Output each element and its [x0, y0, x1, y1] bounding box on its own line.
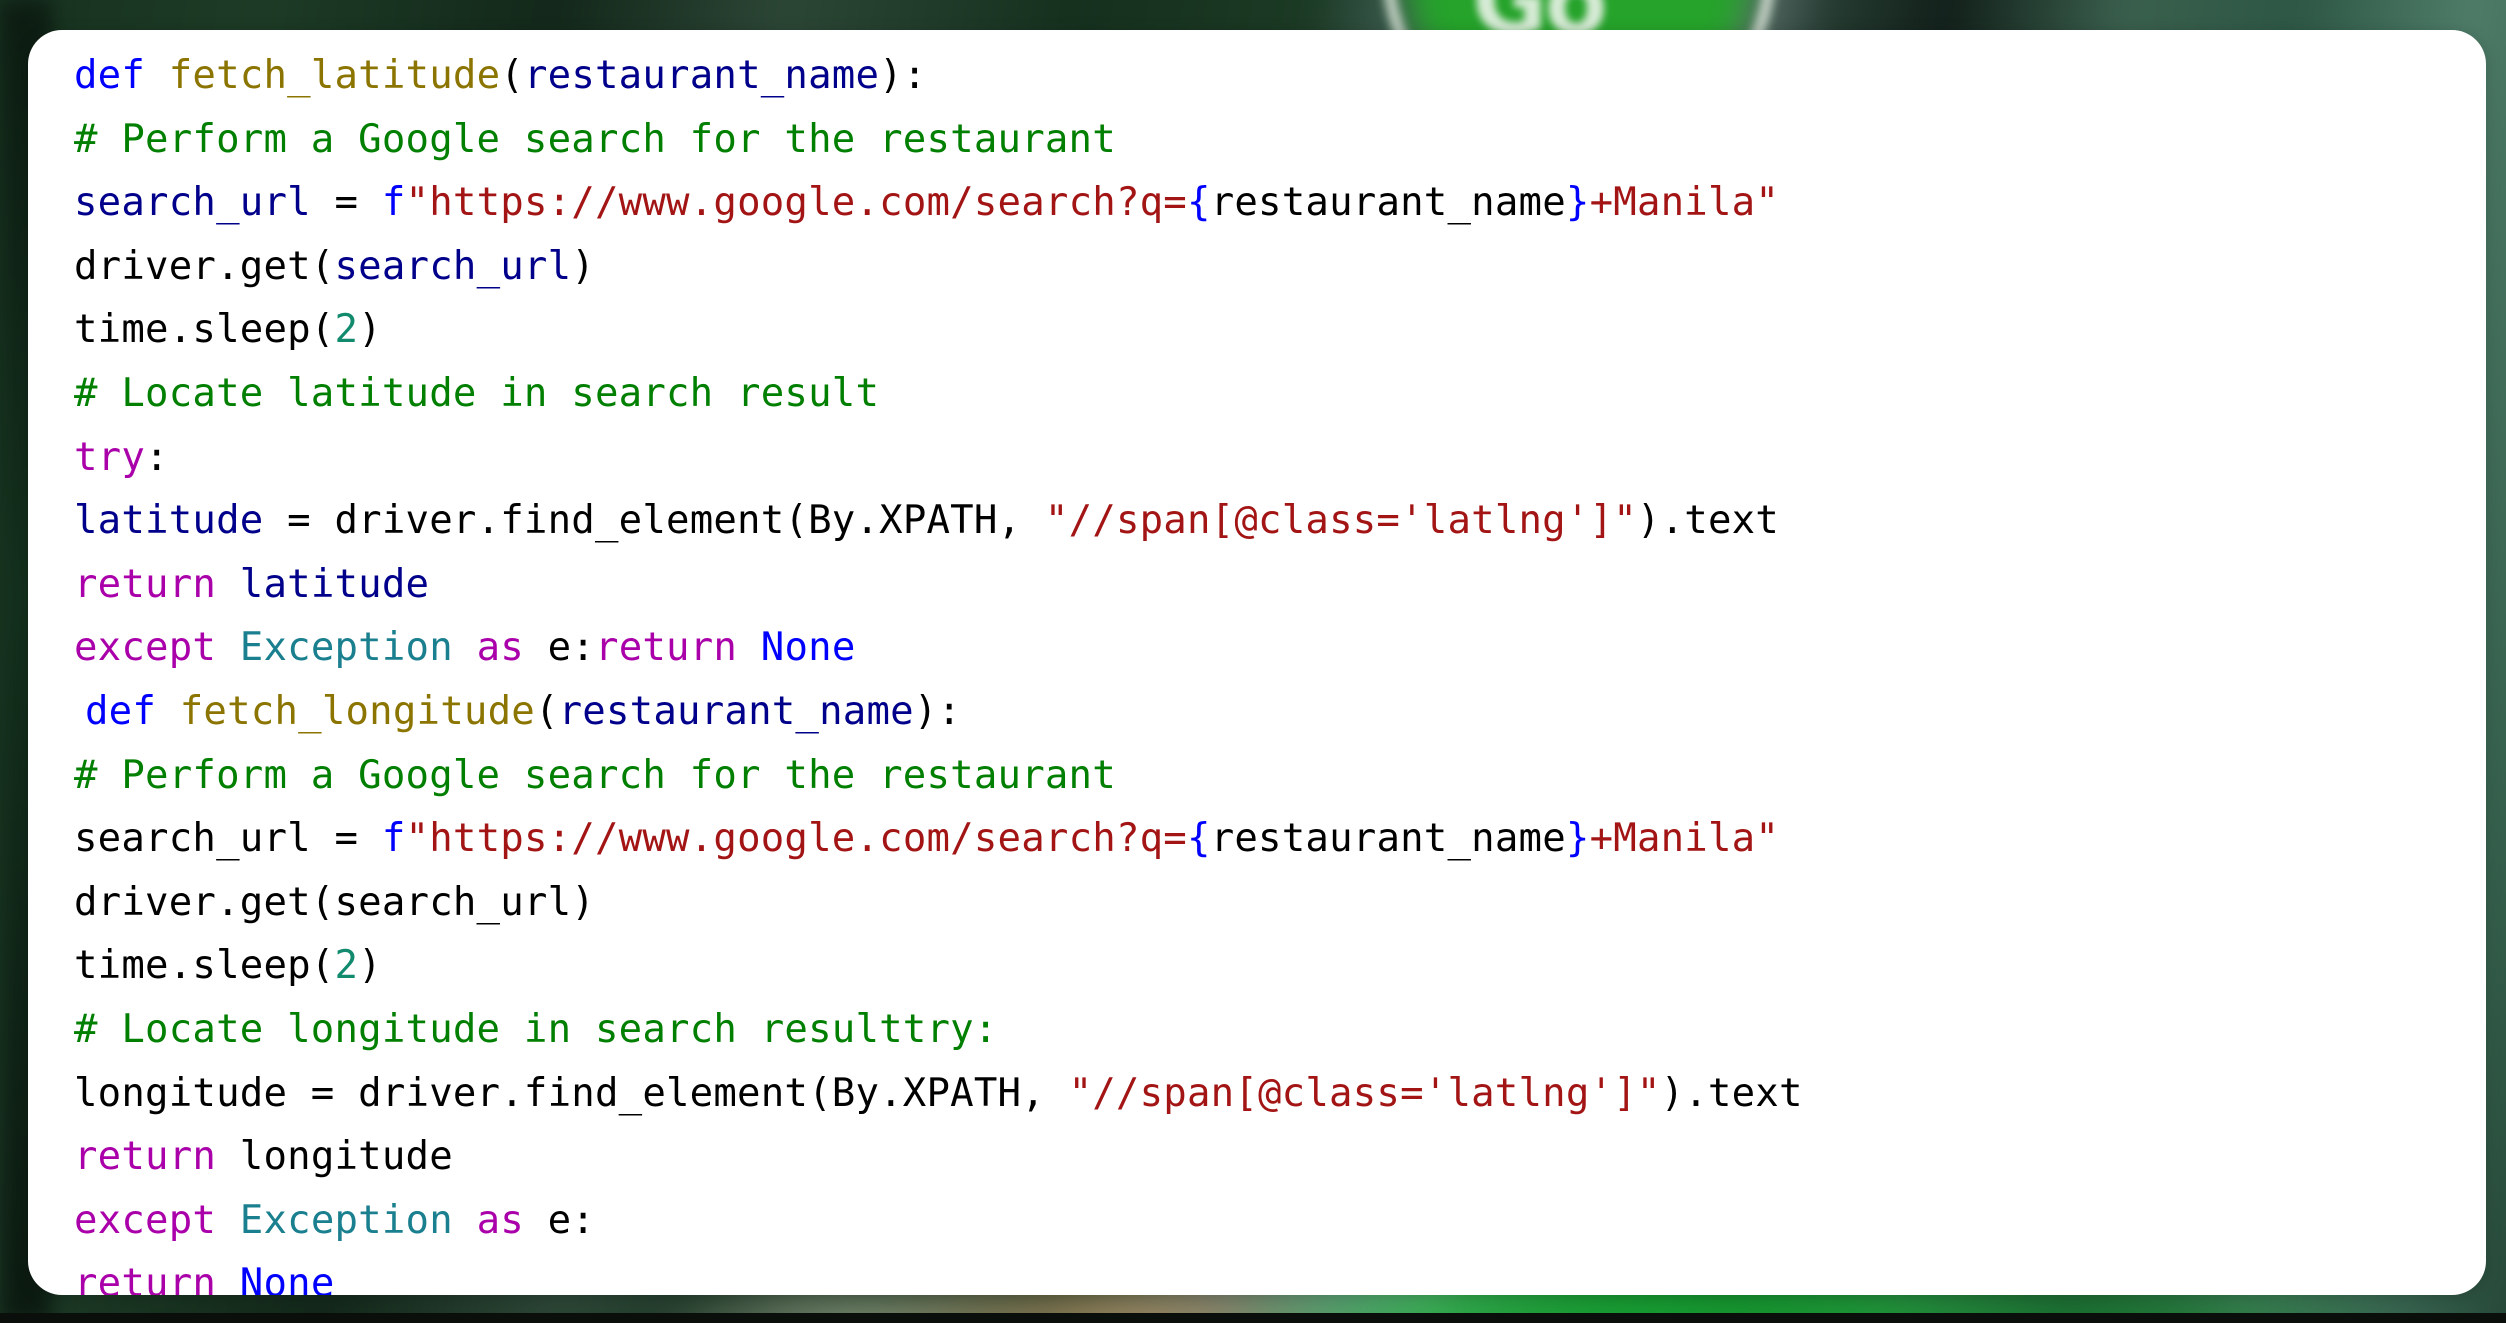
code-line: def fetch_longitude(restaurant_name): — [74, 680, 2486, 744]
code-token: except — [74, 625, 217, 671]
code-token: restaurant_name — [558, 688, 914, 734]
code-token: e: — [523, 625, 596, 671]
screenshot-root: Go def fetch_latitude(restaurant_name): #… — [0, 0, 2506, 1323]
code-token: search_url — [334, 243, 572, 289]
code-token: ): — [913, 688, 962, 734]
code-token: ) — [358, 307, 382, 353]
code-token: "//span[@class='latlng']" — [1044, 498, 1637, 544]
code-line: return longitude — [74, 1125, 2486, 1189]
code-token: ): — [879, 53, 927, 98]
code-card: def fetch_latitude(restaurant_name): # Pe… — [28, 30, 2486, 1295]
code-token: latitude — [74, 498, 264, 544]
code-token: try — [74, 434, 146, 480]
code-token: # Perform a Google search for the restau… — [74, 116, 1116, 162]
code-line: try: — [74, 426, 2486, 490]
code-token: Exception — [239, 1197, 453, 1243]
code-line: except Exception as e:return None — [74, 616, 2486, 680]
code-token: +Manila" — [1589, 180, 1780, 226]
code-line: except Exception as e: — [74, 1189, 2486, 1253]
code-token: Exception — [239, 625, 453, 671]
code-line: time.sleep(2) — [74, 298, 2486, 362]
code-token: None — [239, 1261, 335, 1295]
code-line: return None — [74, 1252, 2486, 1295]
code-token: "//span[@class='latlng']" — [1068, 1070, 1661, 1116]
code-token: # Locate latitude in search result — [74, 370, 880, 416]
code-token: "https://www.google.com/search?q= — [405, 180, 1187, 226]
code-line: return latitude — [74, 553, 2486, 617]
code-token: longitude — [239, 1134, 453, 1180]
code-token: "https://www.google.com/search?q= — [405, 816, 1187, 862]
code-token: restaurant_name — [1210, 180, 1566, 226]
code-token: = driver.find_element(By.XPATH, — [263, 498, 1045, 544]
code-token: search_url — [74, 816, 311, 862]
code-token: latitude — [239, 561, 430, 607]
code-line: search_url = f"https://www.google.com/se… — [74, 807, 2486, 871]
code-token: return — [74, 1134, 217, 1180]
code-token: ) — [358, 943, 382, 989]
code-token: as — [476, 1197, 524, 1243]
code-token: ( — [534, 688, 559, 734]
code-token: fetch_latitude — [168, 53, 501, 98]
code-token: None — [760, 625, 856, 671]
code-line: def fetch_latitude(restaurant_name): — [74, 44, 2486, 108]
code-token: ( — [500, 53, 524, 98]
code-line: driver.get(search_url) — [74, 871, 2486, 935]
code-token: def — [74, 53, 146, 98]
code-token: driver.get(search_url) — [74, 879, 595, 925]
code-token: } — [1565, 180, 1590, 226]
code-token: f — [381, 180, 406, 226]
code-line: driver.get(search_url) — [74, 235, 2486, 299]
code-line: # Perform a Google search for the restau… — [74, 744, 2486, 808]
code-token: = — [310, 816, 382, 862]
code-line: time.sleep(2) — [74, 934, 2486, 998]
code-token: # Perform a Google search for the restau… — [74, 752, 1116, 798]
code-token: f — [381, 816, 406, 862]
code-token: restaurant_name — [1210, 816, 1566, 862]
code-token: } — [1565, 816, 1590, 862]
code-line: # Locate latitude in search result — [74, 362, 2486, 426]
code-token: { — [1187, 816, 1211, 862]
code-token: = — [310, 180, 382, 226]
background-bottom-strip — [0, 1313, 2506, 1323]
code-token: def — [85, 688, 157, 734]
code-line: latitude = driver.find_element(By.XPATH,… — [74, 489, 2486, 553]
code-token: time.sleep( — [74, 943, 335, 989]
code-token: return — [74, 561, 217, 607]
code-token: # Locate longitude in search resulttry: — [74, 1006, 998, 1052]
code-token: driver.get( — [74, 243, 335, 289]
code-token: time.sleep( — [74, 307, 335, 353]
code-token: ).text — [1636, 498, 1779, 544]
code-line: # Perform a Google search for the restau… — [74, 108, 2486, 172]
code-line: search_url = f"https://www.google.com/se… — [74, 171, 2486, 235]
code-token: 2 — [334, 943, 359, 989]
code-token: return — [74, 1261, 217, 1295]
code-token: except — [74, 1197, 217, 1243]
code-token: restaurant_name — [523, 53, 880, 98]
code-token: search_url — [74, 180, 311, 226]
code-token: +Manila" — [1589, 816, 1780, 862]
code-line: longitude = driver.find_element(By.XPATH… — [74, 1062, 2486, 1126]
code-token: return — [595, 625, 738, 671]
code-token: e: — [523, 1197, 596, 1243]
code-block[interactable]: def fetch_latitude(restaurant_name): # Pe… — [28, 30, 2486, 1295]
code-token: longitude = driver.find_element(By.XPATH… — [74, 1070, 1069, 1116]
code-token: ) — [571, 243, 595, 289]
code-token: as — [476, 625, 524, 671]
code-token: fetch_longitude — [179, 688, 535, 734]
code-token: { — [1187, 180, 1211, 226]
code-token: ).text — [1660, 1070, 1803, 1116]
code-token: 2 — [334, 307, 359, 353]
code-line: # Locate longitude in search resulttry: — [74, 998, 2486, 1062]
code-token: : — [145, 434, 169, 480]
